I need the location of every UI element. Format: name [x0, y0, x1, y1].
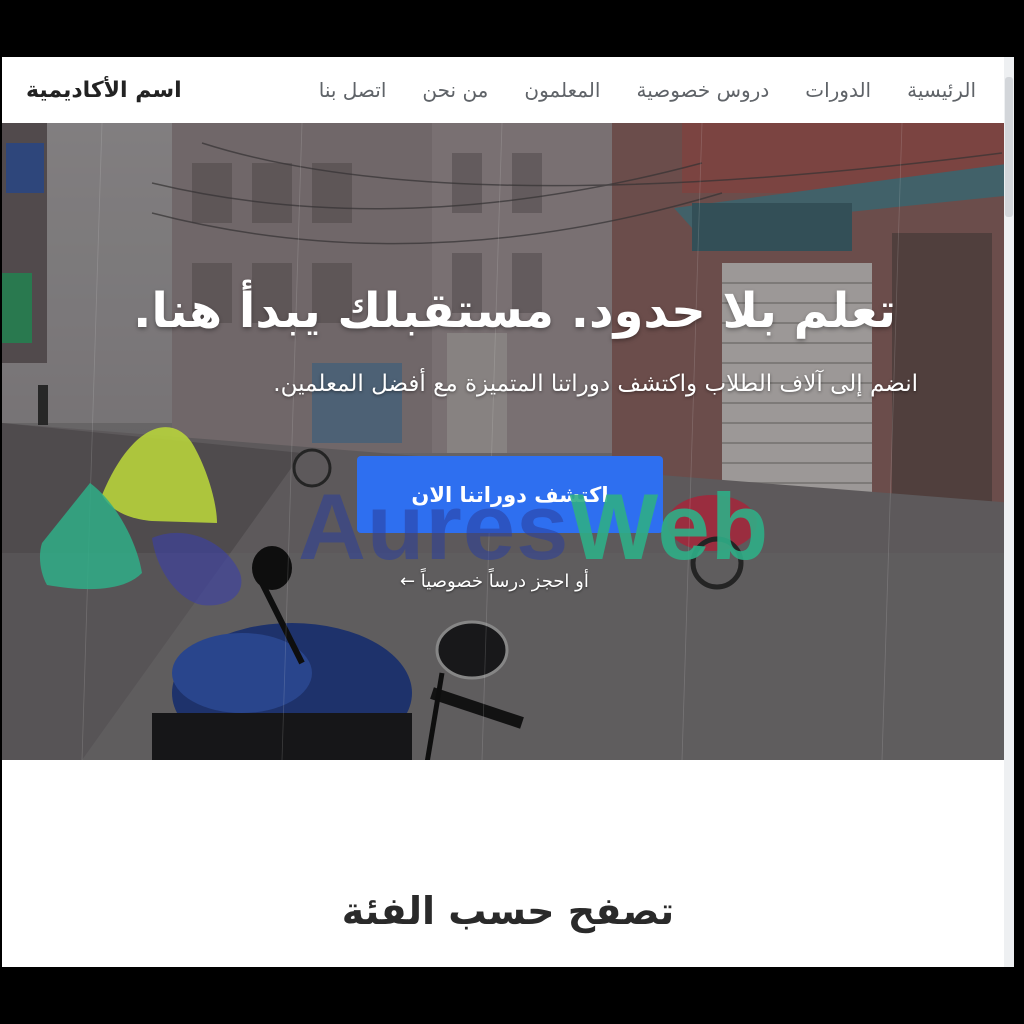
hero-section: تعلم بلا حدود. مستقبلك يبدأ هنا. انضم إل… — [2, 123, 1014, 760]
watermark-part-web: Web — [569, 474, 770, 579]
nav-item-teachers[interactable]: المعلمون — [524, 78, 600, 102]
nav-item-contact[interactable]: اتصل بنا — [319, 78, 387, 102]
hero-background-image — [2, 123, 1014, 760]
hero-subtitle: انضم إلى آلاف الطلاب واكتشف دوراتنا المت… — [273, 371, 918, 397]
nav-item-home[interactable]: الرئيسية — [907, 78, 976, 102]
browser-page: الرئيسية الدورات دروس خصوصية المعلمون من… — [2, 57, 1014, 967]
scrollbar-thumb[interactable] — [1005, 77, 1013, 217]
top-navbar: الرئيسية الدورات دروس خصوصية المعلمون من… — [2, 57, 1014, 123]
nav-item-private-lessons[interactable]: دروس خصوصية — [636, 78, 769, 102]
nav-item-about[interactable]: من نحن — [422, 78, 488, 102]
hero-title: تعلم بلا حدود. مستقبلك يبدأ هنا. — [133, 283, 896, 339]
nav-item-courses[interactable]: الدورات — [805, 78, 871, 102]
watermark-part-aures: Aures — [298, 474, 570, 579]
watermark-text: AuresWeb — [298, 473, 769, 581]
browse-by-category-heading: تصفح حسب الفئة — [341, 888, 675, 933]
brand-logo-text[interactable]: اسم الأكاديمية — [26, 78, 182, 103]
scrollbar[interactable] — [1004, 57, 1014, 967]
